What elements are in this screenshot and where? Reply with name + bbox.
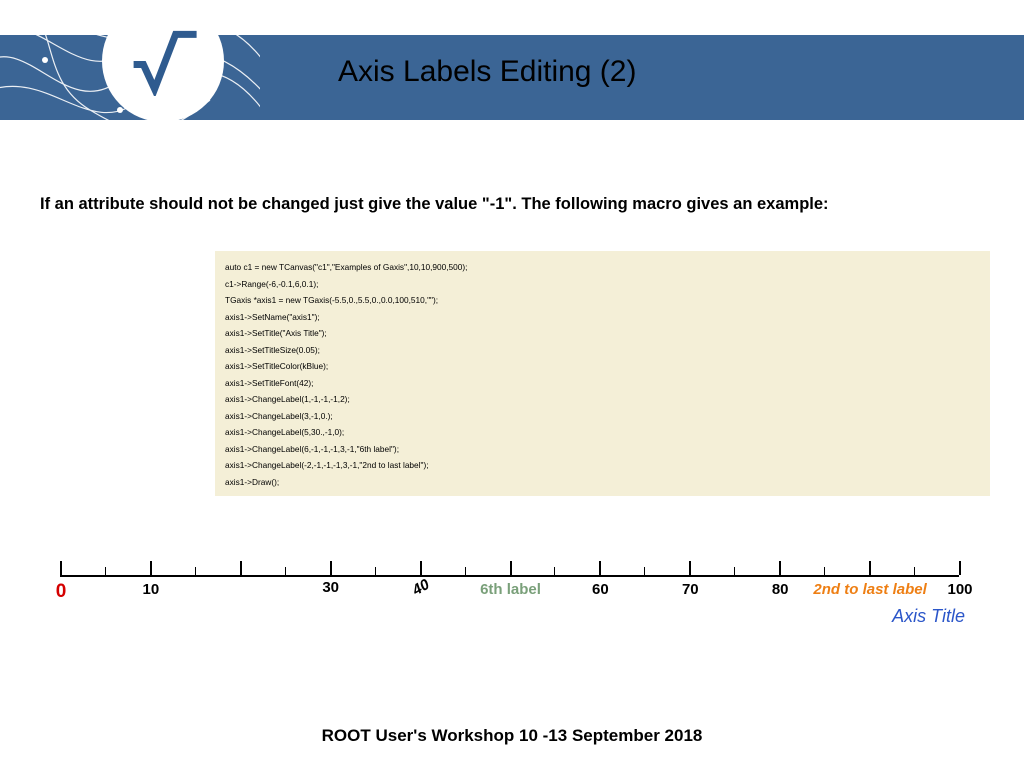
- axis-label-90-2ndtolast: 2nd to last label: [813, 581, 926, 598]
- square-root-icon: [128, 26, 198, 96]
- code-line: axis1->ChangeLabel(6,-1,-1,-1,3,-1,"6th …: [225, 441, 980, 458]
- slide-title: Axis Labels Editing (2): [338, 55, 636, 89]
- code-line: axis1->Draw();: [225, 474, 980, 491]
- axis-tick: [599, 561, 601, 575]
- axis-tick: [240, 561, 242, 575]
- code-line: axis1->ChangeLabel(3,-1,0.);: [225, 408, 980, 425]
- code-line: axis1->SetTitle("Axis Title");: [225, 325, 980, 342]
- code-line: TGaxis *axis1 = new TGaxis(-5.5,0.,5.5,0…: [225, 292, 980, 309]
- axis-minor-tick: [734, 567, 735, 575]
- slide-footer: ROOT User's Workshop 10 -13 September 20…: [0, 726, 1024, 746]
- axis-baseline: [60, 575, 959, 577]
- code-line: axis1->ChangeLabel(5,30.,-1,0);: [225, 424, 980, 441]
- axis-tick: [779, 561, 781, 575]
- axis-minor-tick: [285, 567, 286, 575]
- code-line: axis1->SetTitleFont(42);: [225, 375, 980, 392]
- axis-tick: [869, 561, 871, 575]
- axis-tick: [60, 561, 62, 575]
- intro-text: If an attribute should not be changed ju…: [40, 195, 980, 214]
- axis-label-70: 70: [682, 581, 699, 598]
- axis-label-30: 30: [322, 579, 339, 596]
- code-line: axis1->ChangeLabel(1,-1,-1,-1,2);: [225, 391, 980, 408]
- axis-tick: [330, 561, 332, 575]
- axis-label-50-6thlabel: 6th label: [480, 581, 541, 598]
- axis-label-80: 80: [772, 581, 789, 598]
- axis-minor-tick: [375, 567, 376, 575]
- slide-header: Axis Labels Editing (2): [0, 0, 1024, 155]
- code-line: c1->Range(-6,-0.1,6,0.1);: [225, 276, 980, 293]
- axis-minor-tick: [465, 567, 466, 575]
- root-logo-circle: [102, 0, 224, 122]
- code-block: auto c1 = new TCanvas("c1","Examples of …: [215, 251, 990, 496]
- axis-tick: [959, 561, 961, 575]
- axis-tick: [150, 561, 152, 575]
- axis-minor-tick: [195, 567, 196, 575]
- axis-minor-tick: [824, 567, 825, 575]
- axis-minor-tick: [914, 567, 915, 575]
- axis-label-40: 40: [409, 576, 432, 599]
- axis-label-10: 10: [143, 581, 160, 598]
- axis-minor-tick: [554, 567, 555, 575]
- axis-tick: [689, 561, 691, 575]
- axis-label-100: 100: [947, 581, 972, 598]
- axis-tick: [510, 561, 512, 575]
- code-line: axis1->ChangeLabel(-2,-1,-1,-1,3,-1,"2nd…: [225, 457, 980, 474]
- axis-minor-tick: [644, 567, 645, 575]
- code-line: axis1->SetTitleSize(0.05);: [225, 342, 980, 359]
- axis-figure: 0 10 30 40 6th label 60 70 80 2nd to las…: [50, 550, 969, 640]
- axis-tick: [420, 561, 422, 575]
- code-line: auto c1 = new TCanvas("c1","Examples of …: [225, 259, 980, 276]
- axis-label-0: 0: [56, 581, 67, 603]
- axis-label-60: 60: [592, 581, 609, 598]
- code-line: axis1->SetTitleColor(kBlue);: [225, 358, 980, 375]
- axis-minor-tick: [105, 567, 106, 575]
- code-line: axis1->SetName("axis1");: [225, 309, 980, 326]
- axis-title: Axis Title: [892, 606, 965, 627]
